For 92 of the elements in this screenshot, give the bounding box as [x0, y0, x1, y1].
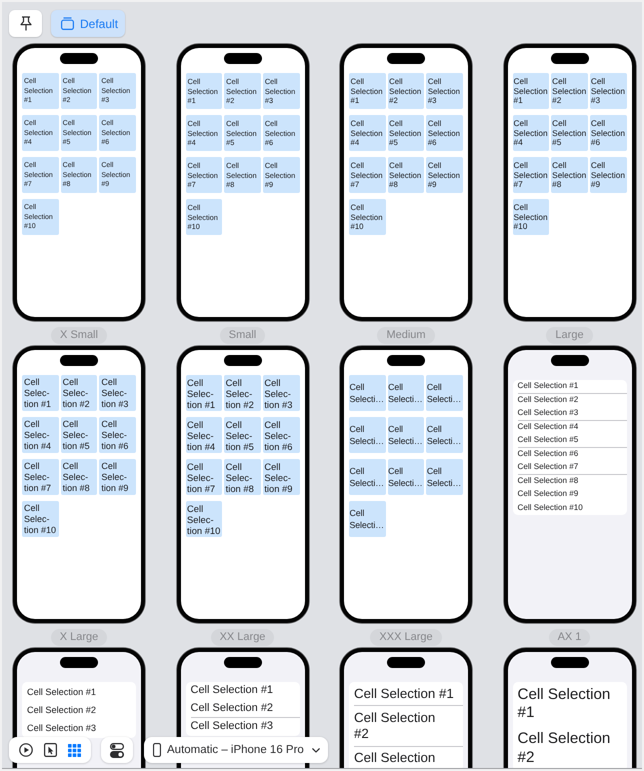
notch-icon [550, 53, 588, 64]
grid-tile: Cell Selec-tion #7 [186, 459, 222, 495]
variant-label: Large [546, 327, 593, 344]
notch-icon [60, 657, 98, 668]
variant-label: Small [220, 327, 266, 344]
list-row-text: Cell Selection #10 [518, 502, 584, 514]
canvas-settings-button[interactable] [101, 737, 133, 763]
list-row-text: Cell Selection #4 [518, 420, 580, 432]
grid-tile: Cell Selection #2 [551, 73, 588, 109]
grid-tile: Cell Selec-tion #2 [60, 375, 98, 411]
grid-icon [68, 744, 80, 756]
pin-icon [20, 16, 32, 31]
grid-tile: Cell Selec-tion #4 [186, 417, 222, 453]
notch-icon [60, 53, 98, 64]
grid-tile: Cell Selecti… [426, 459, 463, 495]
grid-tile: Cell Selec-tion #8 [60, 459, 98, 495]
grid-tile: Cell Selecti… [388, 417, 424, 453]
notch-icon [387, 53, 425, 64]
variant-label: AX 1 [548, 629, 590, 646]
grid-tile: Cell Selecti… [388, 459, 424, 495]
list-row: Cell Selection #1 [518, 380, 626, 394]
notch-icon [60, 355, 98, 366]
grid-tile: Cell Selec-tion #9 [262, 459, 300, 495]
stack-icon [61, 17, 74, 30]
list-row: Cell Selection #7 [518, 461, 626, 474]
grid-tile: Cell Selec-tion #6 [262, 417, 300, 453]
list-row: Cell Selection #3 [518, 407, 626, 420]
notch-icon [224, 657, 262, 668]
list-row: Cell Selection #1 [354, 682, 463, 706]
grid-tile: Cell Selection #4 [512, 115, 550, 151]
grid-tile: Cell Selection #9 [590, 157, 626, 193]
variant-label: Medium [377, 327, 435, 344]
notch-icon [387, 657, 425, 668]
toggle-switches-icon [110, 742, 124, 758]
grid-tile: Cell Selec-tion #3 [262, 375, 300, 411]
list-row-text: Cell Selection #1 [518, 684, 612, 723]
grid-tile: Cell Selection #6 [590, 115, 626, 151]
grid-tile: Cell Selecti… [426, 375, 463, 411]
list-row-text: Cell Selection #3 [27, 722, 97, 735]
list-row-text: Cell Selection #2 [27, 704, 97, 717]
grid-tile: Cell Selec-tion #5 [224, 417, 261, 453]
list-row-text: Cell Selection #9 [518, 488, 580, 500]
grid-tile: Cell Selec-tion #9 [99, 459, 136, 495]
grid-tile: Cell Selec-tion #10 [22, 501, 59, 537]
grid-tile: Cell Selecti… [349, 417, 386, 453]
grid-tile: Cell Selec-tion #8 [224, 459, 261, 495]
pin-button[interactable] [9, 10, 42, 37]
grid-tile: Cell Selecti… [349, 375, 386, 411]
list-row: Cell Selection #2 [190, 700, 300, 718]
grid-tile: Cell Selection #7 [512, 157, 550, 193]
grid-tile: Cell Selec-tion #7 [22, 459, 59, 495]
variant-label: X Large [50, 629, 108, 646]
list-row-text: Cell Selection #3 [190, 719, 274, 734]
grid-tile: Cell Selec-tion #5 [60, 417, 98, 453]
device-menu[interactable]: Automatic – iPhone 16 Pro [144, 737, 328, 763]
grid-tile: Cell Selecti… [349, 459, 386, 495]
list-row-text: Cell Selection #8 [518, 474, 580, 486]
chevron-down-icon [312, 748, 320, 752]
grid-tile: Cell Selec-tion #1 [186, 375, 222, 411]
grid-tile: Cell Selec-tion #3 [99, 375, 136, 411]
variant-label: XX Large [210, 629, 274, 646]
list-row-text: Cell Selection #2 [518, 729, 612, 768]
play-circle-icon [19, 743, 33, 757]
notch-icon [387, 355, 425, 366]
grid-tile: Cell Selec-tion #10 [186, 501, 222, 537]
grid-tile: Cell Selecti… [426, 417, 463, 453]
grid-tile: Cell Selec-tion #1 [22, 375, 59, 411]
notch-icon [224, 53, 262, 64]
phone-icon [153, 743, 161, 757]
notch-icon [224, 355, 262, 366]
grid-tile: Cell Selecti… [349, 501, 386, 537]
list-row-text: Cell Selection [354, 749, 436, 767]
grid-tile: Cell Selection #8 [551, 157, 588, 193]
list-row: Cell Selection #5 [518, 434, 626, 448]
list-row-text: Cell Selection #1 [190, 683, 274, 698]
cursor-square-icon [44, 743, 56, 757]
list-row-text: Cell Selection #6 [518, 448, 580, 460]
grid-tile: Cell Selec-tion #2 [224, 375, 261, 411]
list-row: Cell Selection #2 [354, 706, 463, 746]
list-row-text: Cell Selection #1 [27, 686, 97, 699]
variant-label: XXX Large [370, 629, 442, 646]
grid-tile: Cell Selec-tion #6 [99, 417, 136, 453]
grid-tile: Cell Selection #10 [512, 199, 550, 235]
grid-tile: Cell Selection #1 [512, 73, 550, 109]
notch-icon [550, 657, 588, 668]
grid-tile: Cell Selection #3 [590, 73, 626, 109]
grid-tile: Cell Selecti… [388, 375, 424, 411]
grid-tile: Cell Selection #5 [551, 115, 588, 151]
list-row-text: Cell Selection #2 [518, 394, 580, 406]
variant-label: X Small [51, 327, 107, 344]
grid-tile: Cell Selec-tion #4 [22, 417, 59, 453]
notch-icon [550, 355, 588, 366]
